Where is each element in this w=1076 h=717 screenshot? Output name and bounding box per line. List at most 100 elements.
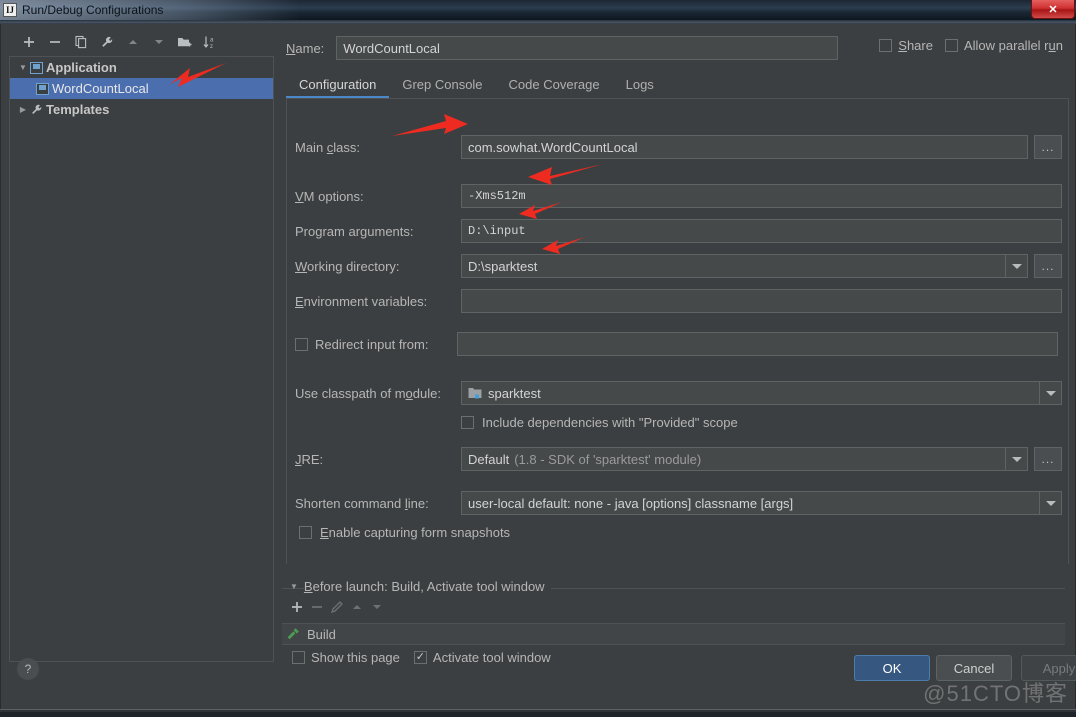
main-class-browse-button[interactable]: ... (1034, 135, 1062, 159)
before-launch-header[interactable]: ▼ Before launch: Build, Activate tool wi… (290, 579, 551, 594)
redirect-input-label: Redirect input from: (315, 336, 429, 352)
svg-text:a: a (210, 38, 214, 44)
jre-dropdown-button[interactable] (1005, 448, 1027, 470)
redirect-input-checkbox[interactable] (295, 337, 308, 351)
name-label: Name: (286, 40, 325, 56)
jre-browse-button[interactable]: ... (1034, 447, 1062, 471)
edit-templates-button[interactable] (95, 30, 119, 54)
sort-configurations-button[interactable]: a z (199, 30, 223, 54)
use-classpath-row: Use classpath of module: sparktest (295, 381, 1062, 405)
remove-configuration-button[interactable] (43, 30, 67, 54)
enable-capturing-label: Enable capturing form snapshots (320, 525, 511, 540)
working-directory-input[interactable]: D:\sparktest (461, 254, 1028, 278)
shorten-command-line-dropdown-button[interactable] (1039, 492, 1061, 514)
svg-text:z: z (210, 44, 213, 49)
use-classpath-combo[interactable]: sparktest (461, 381, 1062, 405)
share-label: Share (898, 38, 933, 53)
tab-code-coverage[interactable]: Code Coverage (496, 77, 613, 98)
tab-logs[interactable]: Logs (613, 77, 667, 98)
add-task-button[interactable] (290, 600, 304, 619)
activate-tool-window-row[interactable]: Activate tool window (413, 650, 551, 665)
main-class-input[interactable]: com.sowhat.WordCountLocal (461, 135, 1028, 159)
tree-node-application[interactable]: ▼ Application (10, 57, 273, 78)
move-down-button[interactable] (147, 30, 171, 54)
environment-variables-label: Environment variables: (295, 293, 428, 309)
shorten-command-line-value: user-local default: none - java [options… (468, 495, 794, 511)
vm-options-row: VM options: -Xms512m (295, 184, 1062, 208)
editor-tabs: Configuration Grep Console Code Coverage… (286, 70, 1069, 98)
configurations-toolbar: a z (9, 28, 274, 56)
tab-grep-console[interactable]: Grep Console (389, 77, 495, 98)
chevron-right-icon[interactable]: ▶ (16, 105, 30, 114)
application-icon (30, 61, 43, 74)
include-provided-label: Include dependencies with "Provided" sco… (482, 415, 738, 430)
enable-capturing-row[interactable]: Enable capturing form snapshots (299, 525, 511, 540)
close-icon[interactable]: ✕ (1031, 0, 1075, 19)
move-task-down-button (370, 600, 384, 619)
application-icon (36, 82, 49, 95)
working-directory-dropdown-button[interactable] (1005, 255, 1027, 277)
share-checkbox-row[interactable]: Share (879, 38, 933, 53)
environment-variables-input[interactable] (461, 289, 1062, 313)
show-this-page-checkbox[interactable] (292, 651, 305, 664)
program-arguments-label: Program arguments: (295, 223, 414, 239)
name-input[interactable]: WordCountLocal (336, 36, 839, 60)
tab-configuration[interactable]: Configuration (286, 77, 390, 98)
show-this-page-row[interactable]: Show this page (292, 650, 400, 665)
help-button[interactable]: ? (17, 658, 39, 680)
include-provided-row[interactable]: Include dependencies with "Provided" sco… (461, 415, 738, 430)
include-provided-checkbox[interactable] (461, 416, 474, 429)
redirect-input-field[interactable] (457, 332, 1058, 356)
jre-combo[interactable]: Default (1.8 - SDK of 'sparktest' module… (461, 447, 1028, 471)
move-task-up-button (350, 600, 364, 619)
chevron-down-icon[interactable]: ▼ (16, 63, 30, 72)
tree-node-templates[interactable]: ▶ Templates (10, 99, 273, 120)
window-titlebar: IJ Run/Debug Configurations ✕ (0, 0, 1076, 20)
redirect-input-row: Redirect input from: (295, 332, 1058, 356)
use-classpath-dropdown-button[interactable] (1039, 382, 1061, 404)
share-options: Share Allow parallel run (879, 38, 1063, 53)
working-directory-value: D:\sparktest (468, 258, 538, 274)
enable-capturing-checkbox[interactable] (299, 526, 312, 539)
ok-button[interactable]: OK (854, 655, 930, 681)
cancel-button[interactable]: Cancel (936, 655, 1012, 681)
tree-node-label: WordCountLocal (52, 81, 149, 96)
jre-row: JRE: Default (1.8 - SDK of 'sparktest' m… (295, 447, 1062, 471)
working-directory-browse-button[interactable]: ... (1034, 254, 1062, 278)
share-checkbox[interactable] (879, 39, 893, 52)
configuration-editor-pane: Name: WordCountLocal Share Allow paralle… (282, 28, 1069, 665)
program-arguments-input[interactable]: D:\input (461, 219, 1062, 243)
move-up-button[interactable] (121, 30, 145, 54)
configurations-tree[interactable]: ▼ Application WordCountLocal ▶ Templates (9, 56, 274, 662)
allow-parallel-run-label: Allow parallel run (963, 38, 1063, 53)
use-classpath-label: Use classpath of module: (295, 385, 441, 401)
create-folder-button[interactable] (173, 30, 197, 54)
remove-task-button (310, 600, 324, 619)
module-icon (468, 387, 482, 399)
configuration-form: Main class: com.sowhat.WordCountLocal ..… (286, 99, 1069, 564)
add-configuration-button[interactable] (17, 30, 41, 54)
vm-options-input[interactable]: -Xms512m (461, 184, 1062, 208)
allow-parallel-run-checkbox[interactable] (944, 39, 958, 52)
show-this-page-label: Show this page (311, 650, 400, 665)
before-launch-task-label: Build (307, 626, 336, 642)
environment-variables-row: Environment variables: (295, 289, 1062, 313)
jre-label: JRE: (295, 451, 324, 467)
copy-configuration-button[interactable] (69, 30, 93, 54)
before-launch-options: Show this page Activate tool window (292, 650, 551, 665)
shorten-command-line-row: Shorten command line: user-local default… (295, 491, 1062, 515)
shorten-command-line-combo[interactable]: user-local default: none - java [options… (461, 491, 1062, 515)
chevron-down-icon[interactable]: ▼ (290, 582, 298, 591)
tree-node-wordcountlocal[interactable]: WordCountLocal (10, 78, 273, 99)
before-launch-task-list[interactable]: Build (282, 623, 1065, 645)
working-directory-row: Working directory: D:\sparktest ... (295, 254, 1062, 278)
activate-tool-window-checkbox[interactable] (413, 651, 427, 664)
allow-parallel-run-checkbox-row[interactable]: Allow parallel run (944, 38, 1063, 53)
wrench-icon (30, 103, 43, 116)
chevron-down-icon (1045, 500, 1056, 506)
before-launch-title: Before launch: Build, Activate tool wind… (303, 579, 551, 594)
chevron-down-icon (1045, 390, 1056, 396)
vm-options-label: VM options: (295, 188, 364, 204)
hammer-icon (286, 627, 300, 641)
before-launch-toolbar (290, 600, 384, 619)
